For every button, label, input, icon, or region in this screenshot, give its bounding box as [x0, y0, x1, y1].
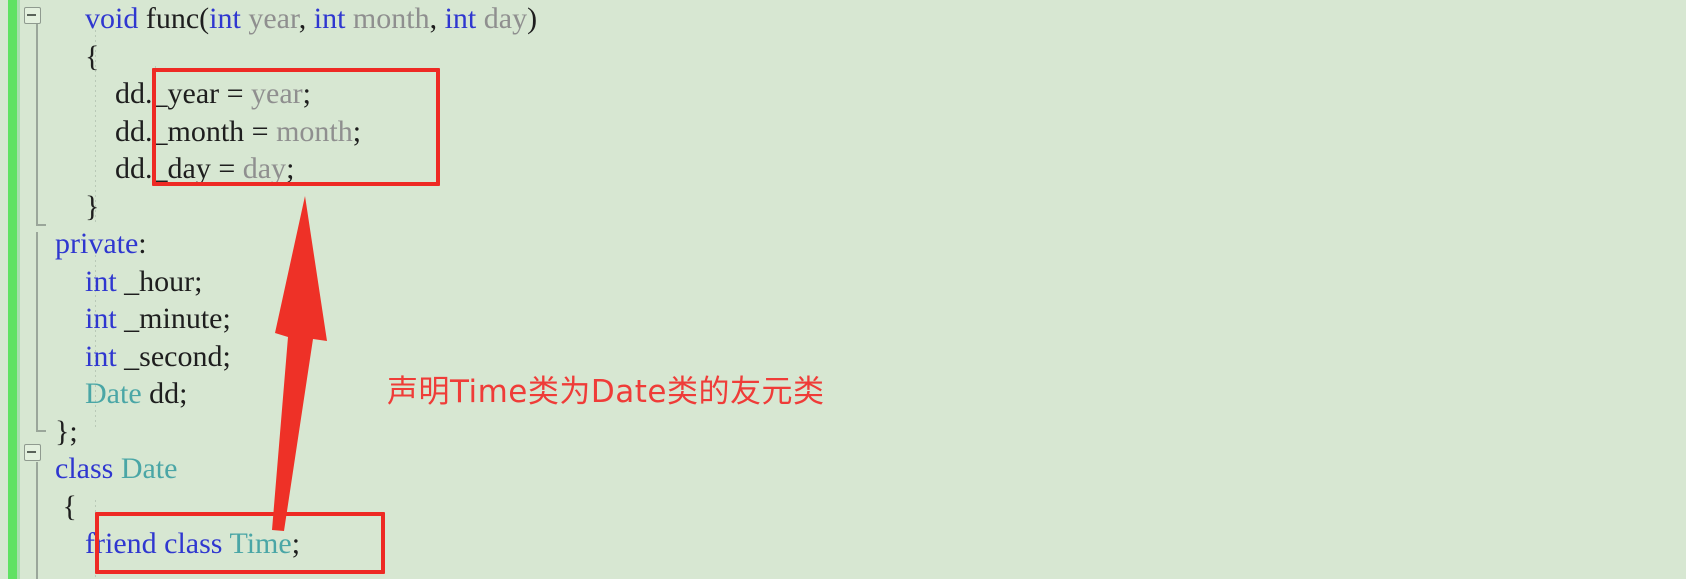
line-member-dd[interactable]: Date dd; — [55, 375, 187, 413]
line-friend-decl-token-0 — [55, 527, 85, 560]
line-class-date-token-1 — [113, 452, 121, 485]
line-member-hour-token-2: _hour; — [116, 264, 203, 298]
fold-guide-end-private — [36, 430, 46, 432]
line-member-second-token-2: _second; — [116, 339, 231, 373]
line-member-second-token-1: int — [85, 339, 117, 373]
line-open-brace-date-token-0: { — [55, 489, 77, 523]
line-assign-day-token-1: day — [242, 152, 287, 185]
annotation-note-text: 声明Time类为Date类的友元类 — [387, 374, 825, 410]
fold-toggle-date-icon[interactable] — [24, 444, 41, 461]
line-member-dd-token-2: dd; — [141, 377, 188, 410]
line-member-minute-token-2: _minute; — [116, 302, 231, 335]
line-friend-decl-token-6: ; — [291, 527, 301, 560]
line-close-class-time[interactable]: }; — [55, 413, 78, 451]
fold-toggle-time-icon[interactable] — [24, 7, 41, 24]
line-func-signature-token-9: int — [313, 2, 346, 35]
line-assign-year-token-0: dd._year = — [55, 77, 252, 110]
editor-gutter — [0, 0, 60, 579]
line-func-signature-token-7: year — [248, 2, 299, 35]
line-assign-year-token-1: year — [251, 77, 303, 110]
line-member-dd-token-1: Date — [85, 377, 142, 410]
line-func-signature-token-4: ( — [199, 2, 210, 35]
line-func-signature-token-15: day — [483, 2, 528, 35]
line-close-brace-func-token-0: } — [55, 189, 100, 223]
line-func-signature[interactable]: void func(int year, int month, int day) — [55, 0, 537, 38]
line-assign-month[interactable]: dd._month = month; — [55, 113, 361, 151]
line-func-signature-token-3: func — [145, 2, 200, 35]
line-friend-decl-token-3: class — [164, 527, 223, 560]
line-func-signature-token-10 — [345, 2, 353, 35]
line-member-hour-token-1: int — [85, 264, 117, 298]
line-member-minute-token-0 — [55, 302, 85, 335]
line-close-class-time-token-0: }; — [55, 414, 78, 448]
line-func-signature-token-2 — [138, 2, 146, 35]
code-editor[interactable]: void func(int year, int month, int day) … — [0, 0, 1686, 579]
line-member-second-token-0 — [55, 340, 85, 373]
line-func-signature-token-8: , — [298, 2, 314, 35]
line-func-signature-token-11: month — [352, 2, 430, 35]
line-friend-decl[interactable]: friend class Time; — [55, 525, 300, 563]
line-func-signature-token-13: int — [444, 2, 477, 35]
line-func-signature-token-1: void — [85, 2, 139, 35]
line-assign-month-token-2: ; — [352, 114, 362, 148]
line-member-second[interactable]: int _second; — [55, 338, 231, 376]
line-assign-month-token-1: month — [276, 114, 353, 148]
line-class-date-token-0: class — [55, 452, 114, 485]
line-private[interactable]: private: — [55, 225, 147, 263]
change-bar-indicator — [8, 0, 17, 579]
line-friend-decl-token-5: Time — [229, 527, 292, 560]
line-assign-month-token-0: dd._month = — [55, 114, 277, 148]
line-friend-decl-token-1: friend — [85, 527, 157, 560]
line-func-signature-token-14 — [476, 2, 484, 35]
line-class-date-token-2: Date — [120, 452, 178, 485]
line-private-token-1: : — [138, 227, 147, 260]
line-close-brace-func[interactable]: } — [55, 188, 99, 226]
line-class-date[interactable]: class Date — [55, 450, 177, 488]
fold-guide-line-time — [36, 8, 38, 226]
line-assign-year[interactable]: dd._year = year; — [55, 75, 311, 113]
line-assign-day[interactable]: dd._day = day; — [55, 150, 294, 188]
line-member-minute-token-1: int — [85, 302, 117, 335]
line-member-dd-token-0 — [55, 377, 85, 410]
line-member-hour-token-0 — [55, 265, 85, 298]
line-open-brace-func-token-0: { — [55, 39, 100, 73]
fold-guide-end-time — [36, 224, 46, 226]
line-private-token-0: private — [55, 227, 139, 260]
fold-guide-line-date — [36, 462, 38, 579]
line-member-minute[interactable]: int _minute; — [55, 300, 231, 338]
line-assign-day-token-2: ; — [286, 152, 295, 185]
line-open-brace-date[interactable]: { — [55, 488, 77, 526]
line-func-signature-token-12: , — [429, 2, 445, 35]
line-assign-year-token-2: ; — [302, 77, 312, 110]
line-func-signature-token-5: int — [209, 2, 241, 35]
line-func-signature-token-16: ) — [527, 2, 538, 35]
line-assign-day-token-0: dd._day = — [55, 152, 243, 185]
change-bar-edge — [17, 0, 20, 579]
line-member-hour[interactable]: int _hour; — [55, 263, 203, 301]
line-func-signature-token-0 — [55, 2, 85, 35]
line-open-brace-func[interactable]: { — [55, 38, 99, 76]
fold-guide-line-private — [36, 232, 38, 432]
